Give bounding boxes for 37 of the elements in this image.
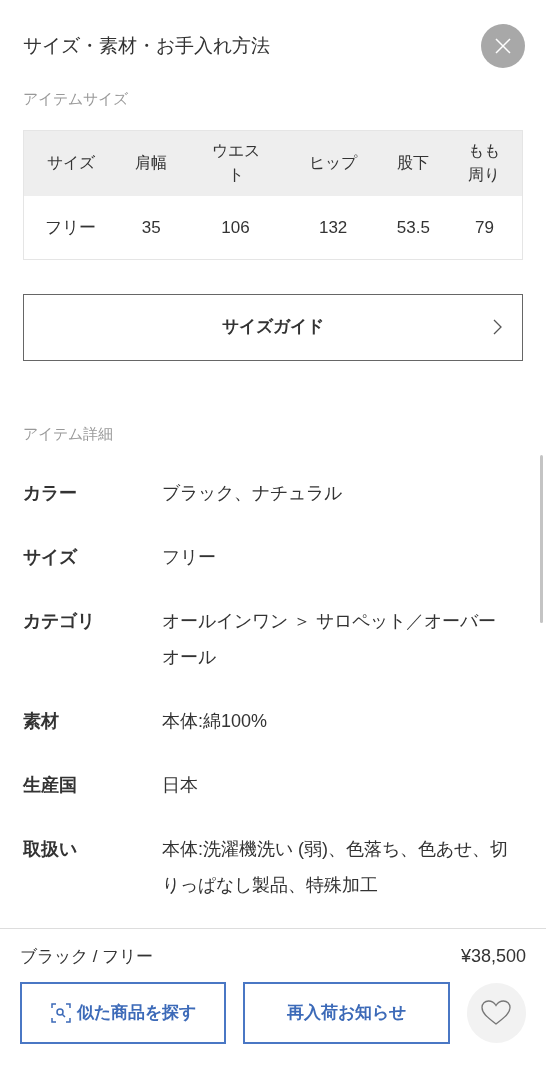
table-cell: フリー: [45, 217, 97, 237]
size-guide-button[interactable]: サイズガイド: [23, 293, 523, 361]
column-header: 股下: [397, 153, 430, 174]
variant-text: ブラック / フリー: [20, 945, 154, 968]
section-heading: アイテムサイズ: [23, 89, 129, 109]
price-text: ¥38,500: [460, 945, 526, 968]
image-search-icon: [50, 1003, 71, 1023]
detail-label: 素材: [23, 710, 60, 733]
panel-title: サイズ・素材・お手入れ方法: [23, 33, 270, 58]
detail-value: 本体:洗濯機洗い (弱)、色落ち、色あせ、切りっぱなし製品、特殊加工: [162, 838, 509, 897]
detail-label: 生産国: [23, 774, 78, 797]
detail-label: サイズ: [23, 546, 79, 569]
table-cell: 132: [318, 217, 348, 237]
detail-value: 日本: [162, 774, 199, 797]
column-header: サイズ: [46, 153, 95, 174]
detail-value: オールインワン ＞ サロペット／オーバーオール: [162, 610, 497, 669]
column-header: ヒップ: [309, 153, 358, 174]
table-cell: 79: [474, 217, 494, 237]
detail-value: 本体:綿100%: [162, 710, 269, 733]
detail-label: 取扱い: [23, 838, 78, 861]
table-cell: 35: [141, 217, 161, 237]
similar-items-button[interactable]: 似た商品を探す: [20, 982, 227, 1044]
chevron-right-icon: [492, 319, 502, 335]
heart-icon: [481, 1000, 512, 1026]
section-heading: アイテム詳細: [23, 423, 114, 444]
close-button[interactable]: [481, 24, 525, 68]
column-header: 肩幅: [135, 153, 168, 174]
detail-value: ブラック、ナチュラル: [162, 482, 343, 505]
close-icon: [494, 37, 512, 55]
table-cell: 106: [221, 217, 250, 237]
column-header: ウエスト: [210, 141, 261, 186]
column-header: もも周り: [467, 141, 502, 186]
detail-value: フリー: [162, 546, 217, 569]
restock-notify-button[interactable]: 再入荷お知らせ: [243, 982, 450, 1044]
detail-label: カテゴリ: [23, 610, 96, 633]
table-cell: 53.5: [396, 217, 430, 237]
detail-label: カラー: [23, 482, 78, 505]
